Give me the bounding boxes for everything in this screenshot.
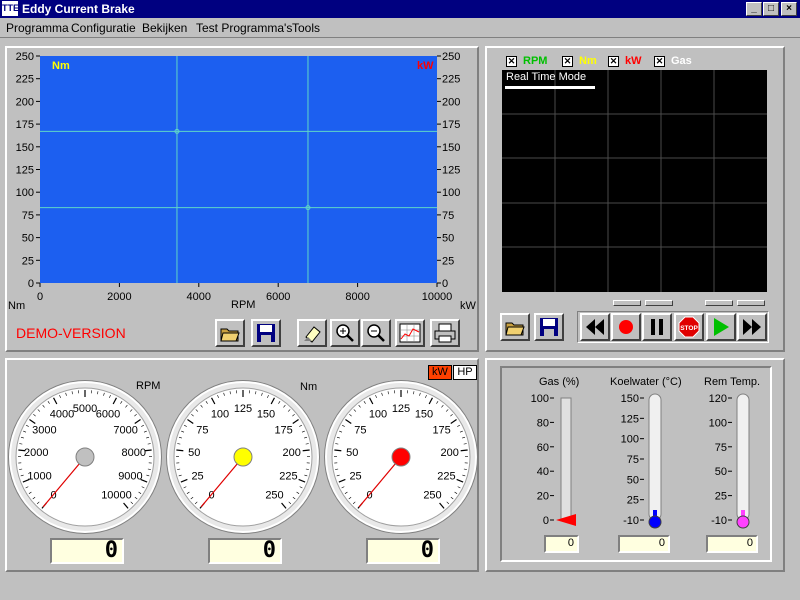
thermo-tick-label: 25 xyxy=(627,495,639,507)
thermo-tick-label: 100 xyxy=(621,434,639,446)
thermo-tick-label: 50 xyxy=(627,474,639,486)
thermo-tick-label: 75 xyxy=(627,454,639,466)
thermo-tick-label: 120 xyxy=(709,393,727,405)
thermo-tick-label: 100 xyxy=(531,393,549,405)
thermometer-bulb xyxy=(648,515,662,529)
thermometers: 100 80 60 40 20 0 150 125 100 75 50 25 -10 120 100 75 50… xyxy=(531,393,750,529)
thermo-tick-label: 0 xyxy=(543,515,549,527)
gas-value: 0 xyxy=(544,535,579,553)
gas-bar-track xyxy=(560,397,572,521)
thermo-tick-label: 60 xyxy=(537,442,549,454)
gas-title: Gas (%) xyxy=(539,376,580,388)
coolant-value: 0 xyxy=(618,535,670,553)
thermo-tick-label: 150 xyxy=(621,393,639,405)
thermo-tick-label: -10 xyxy=(623,515,639,527)
thermo-tick-label: 75 xyxy=(715,442,727,454)
thermometer-tube xyxy=(648,393,662,521)
thermo-tick-label: 40 xyxy=(537,466,549,478)
thermometer-bulb xyxy=(736,515,750,529)
thermo-tick-label: 50 xyxy=(715,466,727,478)
brake-temp-title: Rem Temp. xyxy=(704,376,761,388)
coolant-title: Koelwater (°C) xyxy=(610,376,682,388)
thermo-tick-label: 25 xyxy=(715,491,727,503)
thermo-tick-label: -10 xyxy=(711,515,727,527)
thermo-tick-label: 100 xyxy=(709,417,727,429)
brake-temp-value: 0 xyxy=(706,535,758,553)
thermo-tick-label: 20 xyxy=(537,491,549,503)
thermometer-tube xyxy=(736,393,750,521)
thermo-tick-label: 80 xyxy=(537,417,549,429)
thermo-tick-label: 125 xyxy=(621,413,639,425)
